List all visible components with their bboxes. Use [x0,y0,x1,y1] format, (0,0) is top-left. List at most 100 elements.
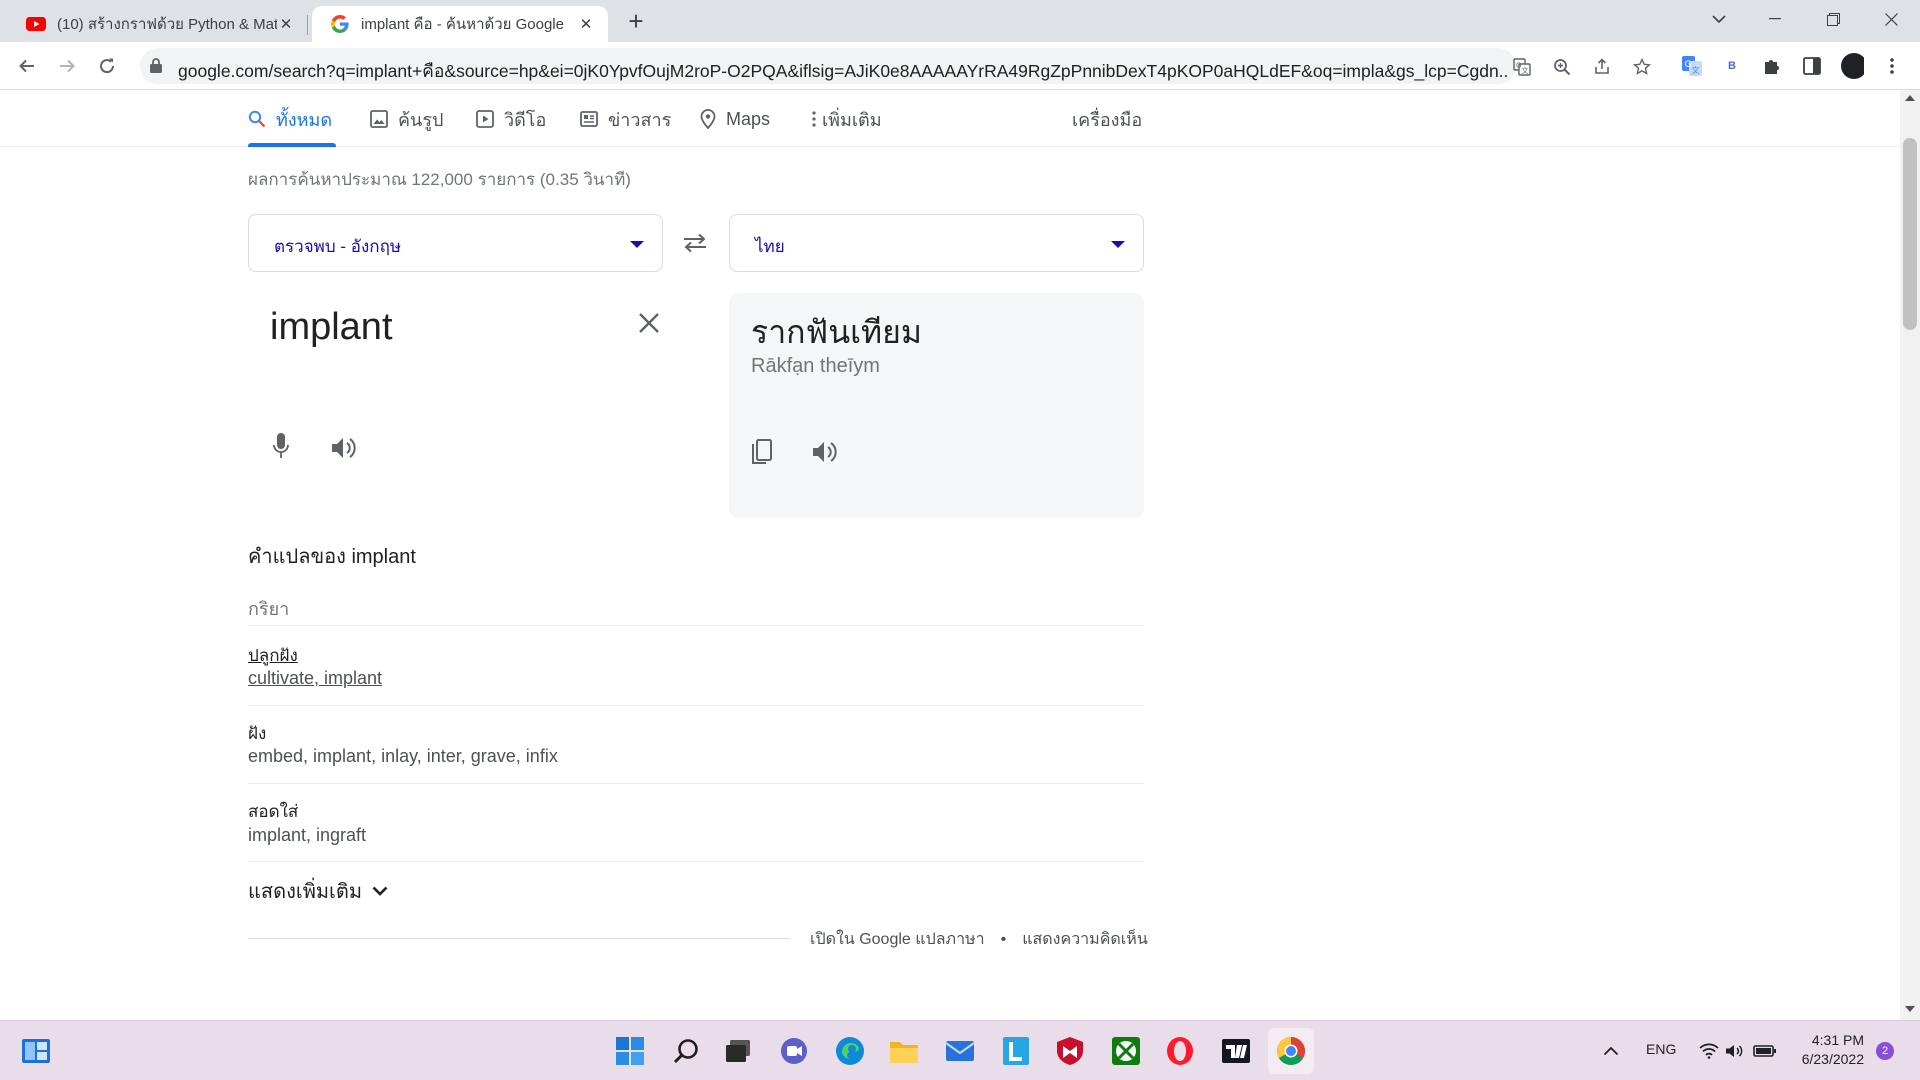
tab-all[interactable]: ทั้งหมด [248,104,332,134]
translations-heading: คำแปลของ implant [248,546,416,568]
mail-icon[interactable] [940,1031,980,1071]
search-results-page: ทั้งหมด ค้นรูป วิดีโอ ข่าวสาร Maps เพิ่ม… [0,90,1900,1020]
translate-page-icon[interactable]: G文 [1512,57,1532,77]
close-window-button[interactable] [1868,0,1914,38]
svg-text:文: 文 [1522,66,1529,75]
translate-footer: เปิดใน Google แปลภาษา • แสดงความคิดเห็น [810,927,1148,952]
tab-search-chevron-icon[interactable] [1696,0,1742,38]
side-panel-icon[interactable] [1800,54,1824,78]
news-icon [580,110,598,128]
scroll-up-arrow-icon[interactable] [1905,95,1915,101]
dictionary-synonyms[interactable]: cultivate, implant [248,668,382,689]
dictionary-synonyms: embed, implant, inlay, inter, grave, inf… [248,746,558,766]
wifi-icon[interactable] [1696,1031,1722,1071]
profile-avatar[interactable] [1840,53,1864,79]
result-stats: ผลการค้นหาประมาณ 122,000 รายการ (0.35 วิ… [248,170,631,189]
l-app-icon[interactable] [996,1031,1036,1071]
url-text[interactable]: google.com/search?q=implant+คือ&source=h… [178,57,1508,85]
battery-icon[interactable] [1750,1031,1780,1071]
browser-tab-youtube[interactable]: (10) สร้างกราฟด้วย Python & Matplotlib ✕ [8,6,308,42]
tab-title: (10) สร้างกราฟด้วย Python & Matplotlib [57,16,277,33]
chevron-down-icon [372,886,388,896]
dictionary-synonyms: implant, ingraft [248,825,367,845]
source-language-select[interactable]: ตรวจพบ - อังกฤษ [248,214,663,272]
opera-icon[interactable] [1160,1031,1200,1071]
speaker-icon [332,438,356,458]
svg-text:G: G [1685,60,1692,70]
zoom-icon[interactable] [1552,57,1572,77]
dictionary-word: สอดใส่ [248,802,299,821]
feedback-link[interactable]: แสดงความคิดเห็น [1022,931,1148,948]
new-tab-button[interactable]: + [622,8,650,36]
google-translate-extension-icon[interactable]: G文 [1680,54,1704,78]
swap-languages-button[interactable] [680,230,710,256]
lock-icon[interactable] [150,58,162,78]
start-windows-icon[interactable] [610,1031,650,1071]
chrome-taskbar-icon[interactable] [1268,1028,1314,1074]
tab-videos[interactable]: วิดีโอ [476,104,546,134]
image-icon [370,110,388,128]
google-g-icon [330,14,350,34]
minimize-button[interactable] [1752,0,1798,38]
divider [248,705,1144,706]
close-icon [639,313,659,333]
back-button[interactable] [12,51,42,81]
scrollbar-thumb[interactable] [1903,138,1917,330]
forward-button[interactable] [52,51,82,81]
teams-chat-icon[interactable] [774,1031,814,1071]
clock-time: 4:31 PM [1811,1032,1864,1048]
open-in-google-translate-link[interactable]: เปิดใน Google แปลภาษา [810,931,985,948]
close-tab-icon[interactable]: ✕ [276,14,296,34]
input-language-indicator[interactable]: ENG [1646,1041,1676,1057]
tools-button[interactable]: เครื่องมือ [1072,104,1142,134]
show-more-button[interactable]: แสดงเพิ่มเติม [248,875,388,907]
scroll-down-arrow-icon[interactable] [1905,1006,1915,1012]
svg-text:文: 文 [1692,65,1700,75]
tradingview-icon[interactable] [1216,1031,1256,1071]
clear-text-button[interactable] [636,310,662,336]
copy-translation-button[interactable] [745,436,777,470]
chrome-menu-icon[interactable] [1880,54,1904,78]
volume-icon[interactable] [1722,1031,1748,1071]
tab-more[interactable]: เพิ่มเติม [812,104,882,134]
bookmark-star-icon[interactable] [1632,57,1652,77]
extension-b-icon[interactable]: B [1720,54,1744,78]
dictionary-word: ฝัง [248,724,267,743]
widgets-icon[interactable] [16,1031,56,1071]
listen-translation-button[interactable] [809,436,841,468]
notification-count-badge[interactable]: 2 [1876,1042,1894,1060]
listen-source-button[interactable] [328,432,360,464]
address-bar[interactable]: google.com/search?q=implant+คือ&source=h… [140,48,1651,85]
edge-browser-icon[interactable] [830,1031,870,1071]
source-text-area[interactable]: implant [248,288,663,513]
xbox-icon[interactable] [1106,1031,1146,1071]
source-text[interactable]: implant [270,306,393,349]
taskbar-search-icon[interactable] [666,1031,706,1071]
romanization-text: Rākfạn theīym [751,355,880,377]
dropdown-caret-icon [630,241,644,248]
tab-maps[interactable]: Maps [700,104,770,134]
show-hidden-icons-chevron[interactable] [1596,1031,1626,1071]
translation-output: รากฟันเทียม Rākfạn theīym [729,293,1144,518]
extensions-puzzle-icon[interactable] [1760,54,1784,78]
share-icon[interactable] [1592,57,1612,77]
browser-tab-google[interactable]: implant คือ - ค้นหาด้วย Google ✕ [312,6,608,42]
dictionary-word[interactable]: ปลูกฝัง [248,642,298,669]
tab-images[interactable]: ค้นรูป [370,104,443,134]
restore-button[interactable] [1810,0,1856,38]
windows-taskbar: ENG 4:31 PM 6/23/2022 2 [0,1020,1920,1080]
video-icon [476,110,494,128]
tab-news[interactable]: ข่าวสาร [580,104,671,134]
copy-icon [752,439,772,464]
close-tab-icon[interactable]: ✕ [576,14,596,34]
reload-button[interactable] [92,51,122,81]
mcafee-icon[interactable] [1050,1031,1090,1071]
taskbar-clock[interactable]: 4:31 PM 6/23/2022 [1792,1031,1864,1069]
page-scrollbar[interactable] [1900,90,1920,1020]
file-explorer-icon[interactable] [884,1031,924,1071]
target-language-label: ไทย [755,237,785,256]
target-language-select[interactable]: ไทย [729,214,1144,272]
microphone-button[interactable] [266,428,296,464]
speaker-icon [813,442,837,462]
task-view-icon[interactable] [718,1031,758,1071]
